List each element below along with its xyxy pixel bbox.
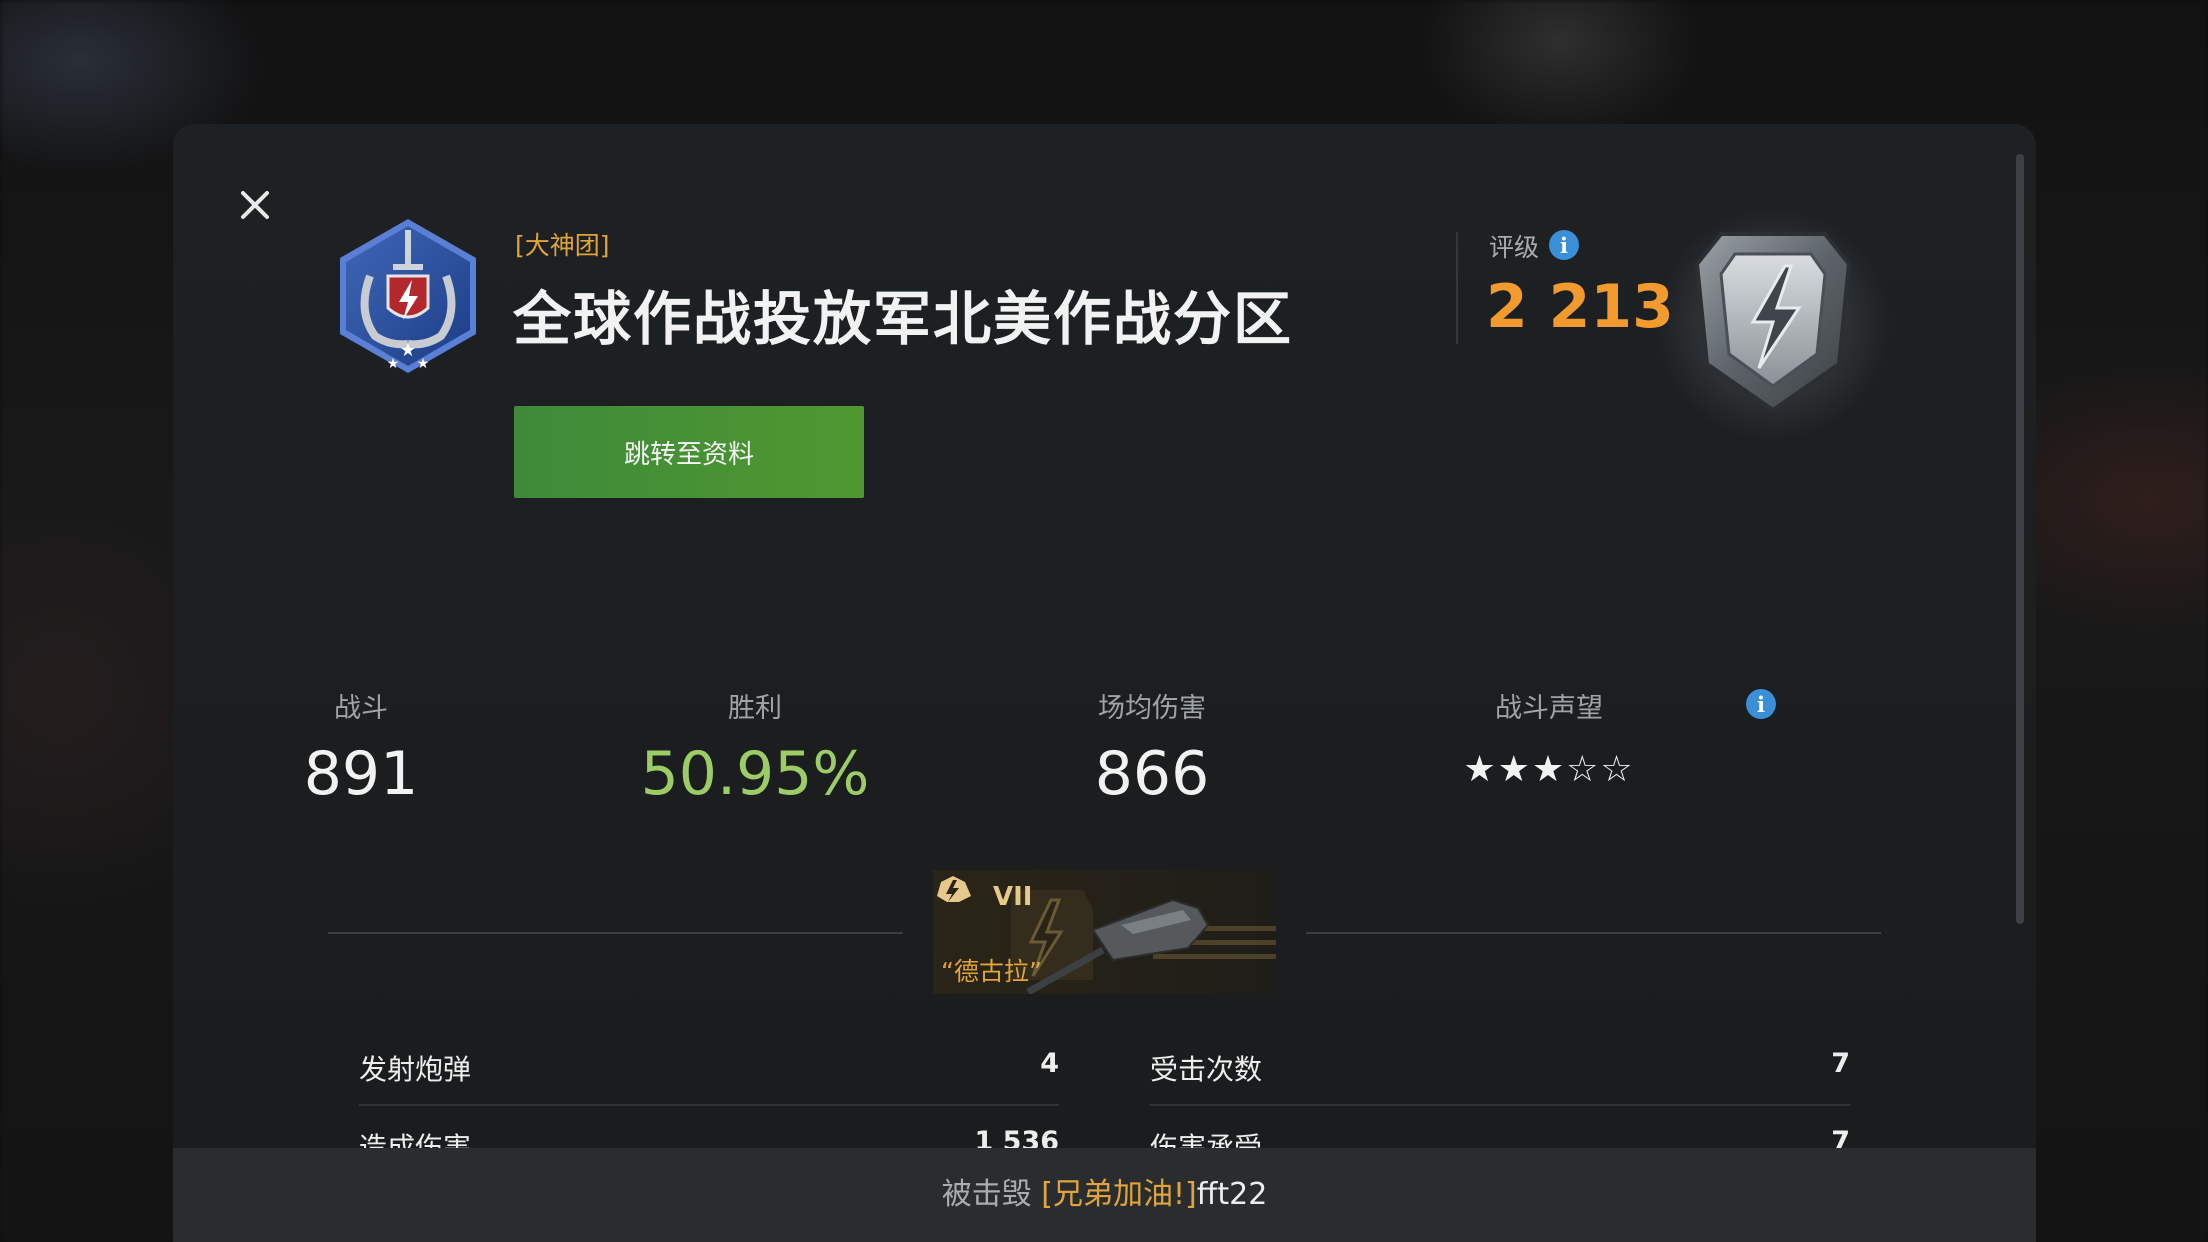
reputation-label: 战斗声望 [1369,686,1729,725]
shots-fired-label: 发射炮弹 [359,1053,472,1086]
header-divider [1456,232,1458,344]
wins-label: 胜利 [728,693,782,724]
clan-emblem-icon: ★ ★ ★ [340,219,476,373]
section-divider-right [1306,932,1881,934]
tank-card[interactable]: VII “德古拉” [933,870,1276,994]
shots-fired-value: 4 [1040,1048,1059,1079]
go-to-profile-button[interactable]: 跳转至资料 [514,406,864,498]
tank-tier: VII [993,882,1033,912]
scrollbar[interactable] [2016,154,2024,924]
wins-value: 50.95% [640,739,870,809]
info-icon[interactable]: i [1746,689,1776,719]
hits-received-label: 受击次数 [1150,1053,1263,1086]
player-stats-panel: ★ ★ ★ [大神团] 全球作战投放军北美作战分区 跳转至资料 评级 i 2 2… [173,124,2036,1242]
battles-value: 891 [303,739,419,809]
avg-damage-label: 场均伤害 [1098,693,1206,724]
killer-clan-tag: [兄弟加油!] [1041,1177,1197,1212]
reputation-stars: ★★★☆☆ [1463,749,1635,790]
hits-received-value: 7 [1831,1048,1850,1079]
destroyed-by-footer: 被击毁 [兄弟加油!]fft22 [173,1148,2036,1242]
stat-reputation: 战斗声望 ★★★☆☆ [1369,686,1729,790]
close-icon[interactable] [233,184,277,228]
info-icon[interactable]: i [1549,230,1579,260]
stat-avg-damage: 场均伤害 866 [972,686,1332,809]
clan-tag: [大神团] [515,231,610,260]
rating-label: 评级 [1489,233,1540,262]
destroyed-by-label: 被击毁 [941,1177,1032,1212]
avg-damage-value: 866 [1094,739,1210,809]
detail-row: 受击次数 7 [1150,1034,1850,1106]
killer-player-name[interactable]: fft22 [1197,1177,1268,1212]
detail-row: 发射炮弹 4 [359,1034,1059,1106]
section-divider-left [328,932,903,934]
svg-text:★: ★ [417,356,430,372]
stat-wins: 胜利 50.95% [575,686,935,809]
clan-name: 全球作战投放军北美作战分区 [513,285,1294,353]
battles-label: 战斗 [334,693,388,724]
stat-battles: 战斗 891 [181,686,541,809]
reputation-label-text: 战斗声望 [1495,693,1603,724]
rating-shield-icon [1655,206,1891,442]
rating-value: 2 213 [1486,272,1674,342]
svg-text:★: ★ [387,356,400,372]
tank-name: “德古拉” [941,957,1042,986]
svg-text:★: ★ [400,340,416,361]
